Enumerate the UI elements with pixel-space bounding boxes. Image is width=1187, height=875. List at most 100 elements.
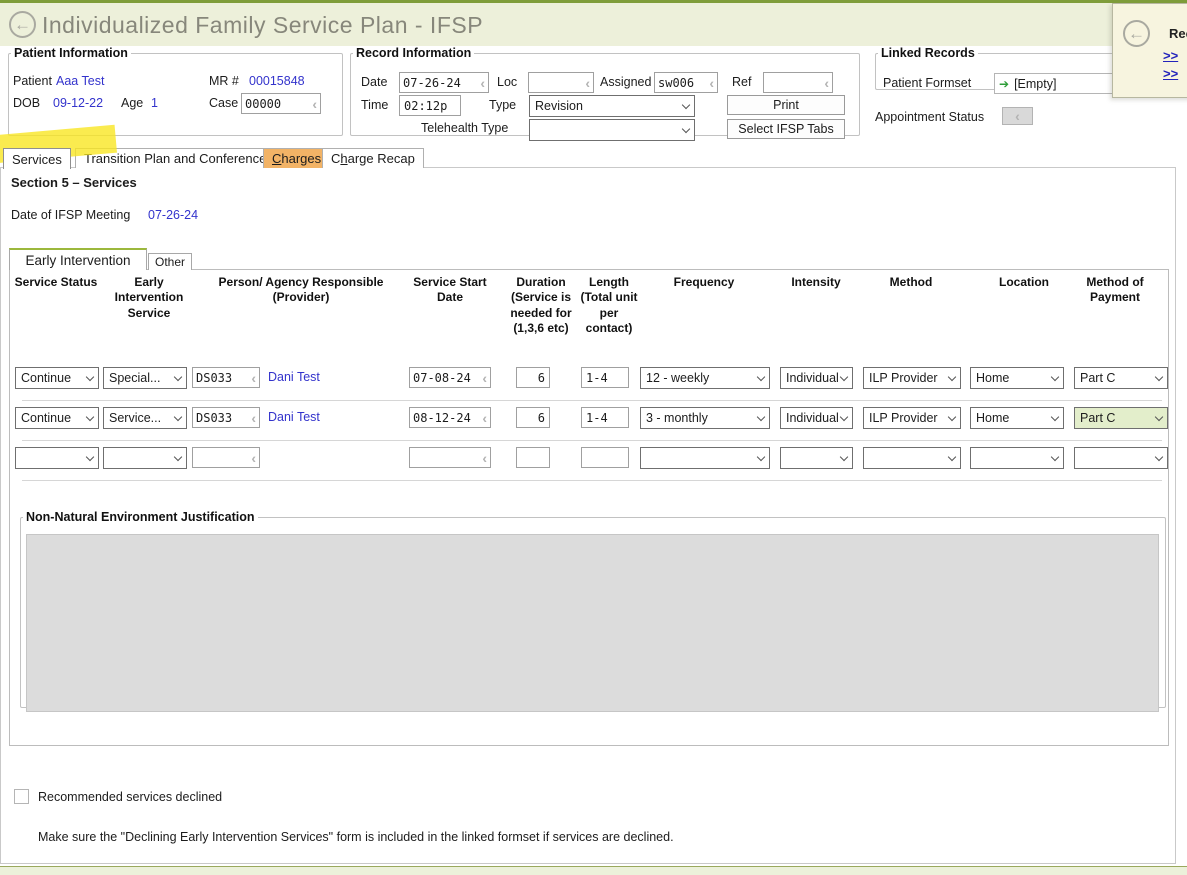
select-ifsp-tabs-button[interactable]: Select IFSP Tabs [727,119,845,139]
intensity-select[interactable]: Individual [780,407,853,429]
location-select[interactable]: Home [970,407,1064,429]
assigned-field[interactable]: sw006 ‹ [654,72,718,93]
col-intensity: Intensity [766,275,866,290]
service-start-date-field[interactable]: 08-12-24‹ [409,407,491,428]
record-date-picker-icon[interactable]: ‹ [480,76,485,90]
tab-charges[interactable]: Charges [263,148,330,168]
assigned-label: Assigned [600,75,651,89]
service-status-select[interactable]: Continue [15,407,99,429]
intensity-select[interactable]: Individual [780,367,853,389]
assigned-picker-icon[interactable]: ‹ [709,76,714,90]
justification-textarea[interactable] [26,534,1159,712]
tab-early-intervention[interactable]: Early Intervention [9,248,147,270]
overlay-link-2[interactable]: >> [1163,66,1178,81]
date-picker-icon[interactable]: ‹ [482,411,487,425]
chevron-down-icon [948,452,956,460]
provider-code-field[interactable]: DS033‹ [192,407,260,428]
date-label: Date [361,75,387,89]
record-type-value: Revision [535,99,583,113]
provider-code-field[interactable]: DS033‹ [192,367,260,388]
tab-charge-recap[interactable]: Charge Recap [322,148,424,168]
tab-transition-plan-and-conference[interactable]: Transition Plan and Conference [75,148,275,168]
duration-field[interactable]: 6 [516,407,550,428]
row-separator [22,440,1162,441]
back-arrow-icon[interactable]: ← [9,11,36,38]
date-picker-icon[interactable]: ‹ [482,451,487,465]
table-row: ‹ ‹ [10,447,1168,469]
ref-label: Ref [732,75,751,89]
recommended-services-declined-checkbox[interactable] [14,789,29,804]
record-time-field[interactable]: 02:12p [399,95,461,116]
time-label: Time [361,98,388,112]
ref-picker-icon[interactable]: ‹ [824,76,829,90]
early-intervention-service-select[interactable]: Special... [103,367,187,389]
patient-name-link[interactable]: Aaa Test [56,74,104,88]
date-picker-icon[interactable]: ‹ [482,371,487,385]
chevron-down-icon [682,100,690,108]
patient-label: Patient [13,74,52,88]
frequency-select[interactable] [640,447,770,469]
chevron-down-icon [1155,412,1163,420]
tab-other[interactable]: Other [148,253,192,270]
length-field[interactable] [581,447,629,468]
provider-picker-icon[interactable]: ‹ [251,451,256,465]
length-field[interactable]: 1-4 [581,407,629,428]
col-early-intervention-service: Early Intervention Service [101,275,197,321]
patient-formset-value: [Empty] [1014,77,1056,91]
chevron-down-icon [1155,372,1163,380]
loc-label: Loc [497,75,517,89]
frequency-select[interactable]: 12 - weekly [640,367,770,389]
method-select[interactable]: ILP Provider [863,407,961,429]
method-select[interactable] [863,447,961,469]
service-start-date-field[interactable]: ‹ [409,447,491,468]
ref-field[interactable]: ‹ [763,72,833,93]
frequency-select[interactable]: 3 - monthly [640,407,770,429]
dob-value-link[interactable]: 09-12-22 [53,96,103,110]
length-field[interactable]: 1-4 [581,367,629,388]
row-separator [22,400,1162,401]
chevron-down-icon [1051,452,1059,460]
loc-field[interactable]: ‹ [528,72,594,93]
record-date-field[interactable]: 07-26-24 ‹ [399,72,489,93]
location-select[interactable]: Home [970,367,1064,389]
chevron-down-icon [682,124,690,132]
service-start-date-field[interactable]: 07-08-24‹ [409,367,491,388]
duration-field[interactable]: 6 [516,367,550,388]
chevron-down-icon [86,412,94,420]
bottom-strip [0,866,1187,875]
record-type-select[interactable]: Revision [529,95,695,117]
provider-code-field[interactable]: ‹ [192,447,260,468]
service-status-select[interactable] [15,447,99,469]
telehealth-type-select[interactable] [529,119,695,141]
intensity-select[interactable] [780,447,853,469]
method-of-payment-select[interactable]: Part C [1074,367,1168,389]
case-picker-icon[interactable]: ‹ [312,97,317,111]
chevron-down-icon [174,412,182,420]
early-intervention-service-select[interactable] [103,447,187,469]
loc-picker-icon[interactable]: ‹ [585,76,590,90]
method-of-payment-select[interactable] [1074,447,1168,469]
ifsp-meeting-date-label: Date of IFSP Meeting [11,208,130,222]
provider-picker-icon[interactable]: ‹ [251,411,256,425]
print-button[interactable]: Print [727,95,845,115]
back-arrow-icon[interactable]: ← [1123,20,1150,47]
duration-field[interactable] [516,447,550,468]
location-select[interactable] [970,447,1064,469]
chevron-down-icon [948,412,956,420]
chevron-down-icon [1051,412,1059,420]
patient-information-title: Patient Information [11,46,131,60]
method-select[interactable]: ILP Provider [863,367,961,389]
appointment-status-picker[interactable]: ‹ [1002,107,1033,125]
tab-services[interactable]: Services [3,148,71,169]
service-status-select[interactable]: Continue [15,367,99,389]
provider-picker-icon[interactable]: ‹ [251,371,256,385]
services-tab-panel: Section 5 – Services Date of IFSP Meetin… [0,167,1176,864]
overlay-link-1[interactable]: >> [1163,48,1178,63]
method-of-payment-select[interactable]: Part C [1074,407,1168,429]
overlay-title: Rec [1169,26,1187,41]
mr-number-link[interactable]: 00015848 [249,74,305,88]
early-intervention-service-select[interactable]: Service... [103,407,187,429]
provider-name-link[interactable]: Dani Test [268,410,320,424]
provider-name-link[interactable]: Dani Test [268,370,320,384]
case-field[interactable]: 00000 ‹ [241,93,321,114]
